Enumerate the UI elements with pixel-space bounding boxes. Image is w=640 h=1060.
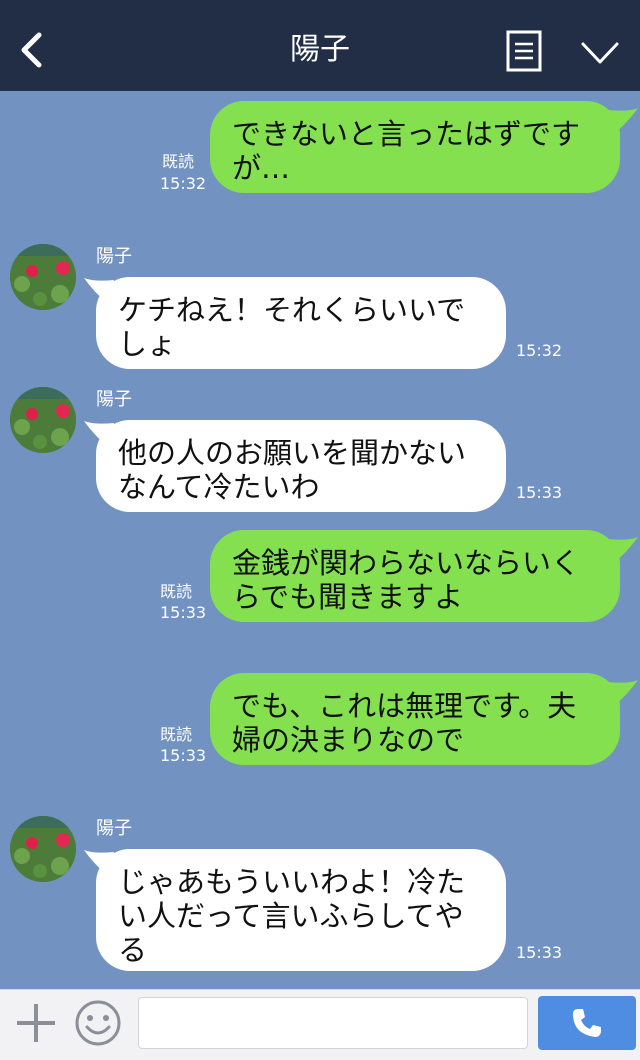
smile-icon[interactable] — [74, 999, 122, 1047]
message-bubble[interactable]: ケチねえ！それくらいいでしょ — [96, 277, 506, 369]
avatar[interactable] — [10, 816, 76, 882]
message-bubble[interactable]: でも、これは無理です。夫婦の決まりなので — [210, 673, 620, 765]
avatar-image — [10, 816, 76, 882]
message-time: 15:33 — [516, 483, 563, 502]
message-time: 15:32 — [516, 341, 563, 360]
bubble-tail — [608, 680, 638, 706]
bubble-tail — [608, 108, 638, 134]
message-time: 15:33 — [160, 746, 207, 765]
chat-title: 陽子 — [290, 32, 350, 67]
composer-bar — [0, 989, 640, 1060]
read-receipt: 既読 — [160, 582, 193, 601]
message-bubble[interactable]: できないと言ったはずですが… — [210, 101, 620, 193]
bubble-tail — [608, 537, 638, 563]
sender-name: 陽子 — [96, 246, 132, 267]
chat-header: 陽子 — [0, 0, 640, 91]
read-receipt: 既読 — [162, 152, 195, 171]
message-time: 15:32 — [160, 174, 207, 193]
avatar[interactable] — [10, 387, 76, 453]
menu-icon[interactable] — [506, 30, 542, 72]
message-bubble[interactable]: 金銭が関わらないならいくらでも聞きますよ — [210, 530, 620, 622]
message-bubble[interactable]: 他の人のお願いを聞かないなんて冷たいわ — [96, 420, 506, 512]
avatar-image — [10, 387, 76, 453]
avatar[interactable] — [10, 244, 76, 310]
message-time: 15:33 — [516, 943, 563, 962]
chevron-down-icon[interactable] — [580, 40, 620, 66]
phone-icon — [573, 1009, 601, 1037]
sender-name: 陽子 — [96, 818, 132, 839]
read-receipt: 既読 — [160, 725, 193, 744]
plus-icon[interactable] — [14, 1001, 58, 1045]
avatar-image — [10, 244, 76, 310]
sender-name: 陽子 — [96, 389, 132, 410]
message-bubble[interactable]: じゃあもういいわよ！冷たい人だって言いふらしてやる — [96, 849, 506, 971]
message-input[interactable] — [138, 997, 528, 1049]
call-button[interactable] — [538, 996, 636, 1050]
message-time: 15:33 — [160, 603, 207, 622]
